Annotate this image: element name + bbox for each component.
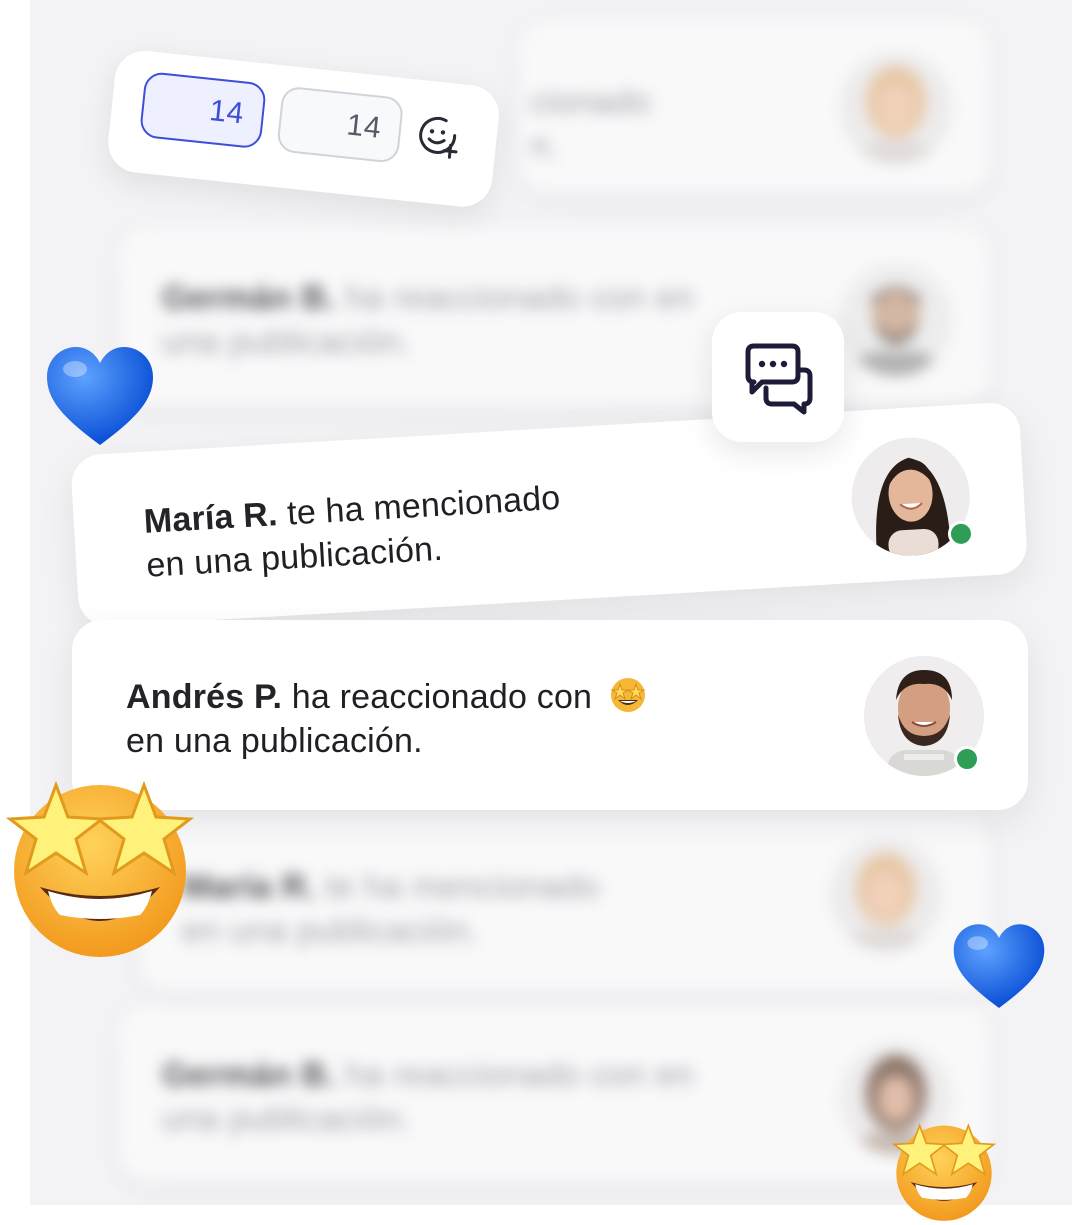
notification-text-line2: en una publicación. xyxy=(182,912,479,950)
reaction-count-selected[interactable]: 14 xyxy=(138,71,268,150)
star-struck-emoji-icon xyxy=(891,1123,997,1221)
blue-heart-icon xyxy=(953,924,1045,1009)
chat-bubble-card[interactable] xyxy=(712,312,844,442)
star-struck-emoji-icon xyxy=(5,780,195,957)
notification-card-blurred-top: cionado n. xyxy=(520,22,990,192)
blue-heart-icon xyxy=(47,347,153,445)
notification-card-blurred: Germán B. ha reaccionado con en una publ… xyxy=(120,1005,990,1181)
notification-user-name: Germán B. xyxy=(162,279,336,317)
reaction-count-option[interactable]: 14 xyxy=(276,85,405,164)
online-status-indicator xyxy=(954,746,980,772)
reaction-count: 14 xyxy=(345,108,383,145)
add-reaction-button[interactable] xyxy=(414,112,462,160)
woman-blonde-avatar xyxy=(840,52,952,164)
notification-text-line1: ha reaccionado con xyxy=(282,678,593,716)
star-struck-emoji-icon xyxy=(610,678,646,712)
notification-text-line1: te ha mencionado xyxy=(276,478,562,534)
woman-blonde-avatar xyxy=(830,839,942,951)
man-bearded-avatar xyxy=(840,264,952,376)
notification-text-line1: ha reaccionado con en xyxy=(335,279,694,317)
online-status-indicator xyxy=(947,520,975,548)
notification-text-line1: te ha mencionado xyxy=(315,868,600,906)
chat-bubbles-icon xyxy=(745,343,813,415)
reaction-count: 14 xyxy=(207,94,246,131)
notification-text-line2: en una publicación. xyxy=(126,722,423,760)
emoji-add-icon xyxy=(419,116,458,159)
notification-text-line1: ha reaccionado con en xyxy=(335,1056,694,1094)
notification-text-line2: una publicación. xyxy=(162,1100,411,1138)
notification-user-name: Andrés P. xyxy=(126,678,283,716)
notification-user-name: Germán B. xyxy=(162,1056,336,1094)
notification-user-name: María R. xyxy=(182,868,316,906)
notification-user-name: María R. xyxy=(142,495,279,541)
notification-text-line2: n. xyxy=(530,127,559,165)
notification-card-blurred: Germán B. ha reaccionado con en una publ… xyxy=(120,228,990,404)
notification-card-blurred: María R. te ha mencionado en una publica… xyxy=(140,815,990,991)
notification-text-line2: una publicación. xyxy=(162,323,411,361)
notification-card-reaction[interactable]: Andrés P. ha reaccionado con en una publ… xyxy=(72,620,1028,810)
notification-text-line1: cionado xyxy=(530,83,651,121)
